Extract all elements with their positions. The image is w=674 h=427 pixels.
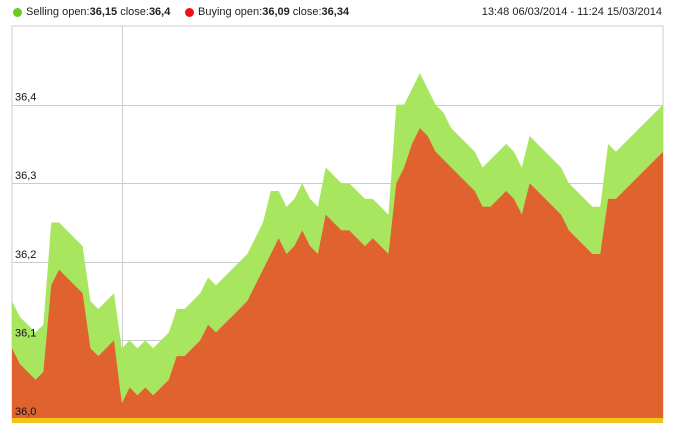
y-tick-label-3: 36,3 — [15, 170, 36, 182]
chart-svg: 36,0 36,1 36,2 36,3 36,4 — [11, 25, 664, 423]
baseline-bar — [12, 418, 663, 423]
y-tick-label-0: 36,0 — [15, 406, 36, 418]
chart-root: Selling open:36,15 close:36,4 Buying ope… — [0, 0, 674, 427]
y-tick-label-2: 36,2 — [15, 249, 36, 261]
y-tick-label-1: 36,1 — [15, 327, 36, 339]
y-tick-label-4: 36,4 — [15, 92, 36, 104]
